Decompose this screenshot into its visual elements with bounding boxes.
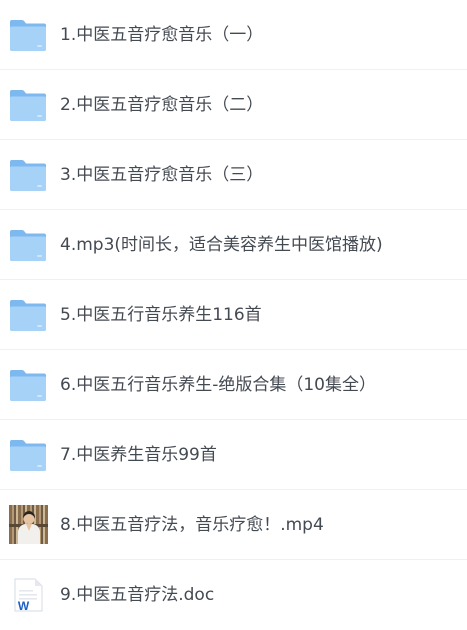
file-name: 4.mp3(时间长，适合美容养生中医馆播放)	[60, 235, 383, 255]
file-name: 8.中医五音疗法，音乐疗愈！.mp4	[60, 515, 324, 535]
folder-icon	[9, 156, 47, 194]
file-row-doc[interactable]: W 9.中医五音疗法.doc	[0, 560, 467, 630]
word-doc-icon: W	[9, 576, 47, 614]
file-list: 1.中医五音疗愈音乐（一） 2.中医五音疗愈音乐（二） 3.中医五音疗愈音乐（三…	[0, 0, 467, 630]
file-row-folder-7[interactable]: 7.中医养生音乐99首	[0, 420, 467, 490]
video-thumbnail	[9, 505, 48, 544]
folder-icon	[9, 366, 47, 404]
folder-icon	[9, 296, 47, 334]
file-row-video[interactable]: 8.中医五音疗法，音乐疗愈！.mp4	[0, 490, 467, 560]
file-row-folder-5[interactable]: 5.中医五行音乐养生116首	[0, 280, 467, 350]
file-row-folder-6[interactable]: 6.中医五行音乐养生-绝版合集（10集全）	[0, 350, 467, 420]
folder-icon	[9, 86, 47, 124]
file-name: 9.中医五音疗法.doc	[60, 585, 215, 605]
svg-text:W: W	[18, 599, 30, 613]
file-name: 2.中医五音疗愈音乐（二）	[60, 95, 264, 115]
file-name: 5.中医五行音乐养生116首	[60, 305, 262, 325]
folder-icon	[9, 16, 47, 54]
file-row-folder-4[interactable]: 4.mp3(时间长，适合美容养生中医馆播放)	[0, 210, 467, 280]
folder-icon	[9, 436, 47, 474]
file-name: 1.中医五音疗愈音乐（一）	[60, 25, 264, 45]
file-name: 3.中医五音疗愈音乐（三）	[60, 165, 264, 185]
folder-icon	[9, 226, 47, 264]
file-row-folder-2[interactable]: 2.中医五音疗愈音乐（二）	[0, 70, 467, 140]
file-name: 6.中医五行音乐养生-绝版合集（10集全）	[60, 375, 376, 395]
file-row-folder-1[interactable]: 1.中医五音疗愈音乐（一）	[0, 0, 467, 70]
file-row-folder-3[interactable]: 3.中医五音疗愈音乐（三）	[0, 140, 467, 210]
file-name: 7.中医养生音乐99首	[60, 445, 217, 465]
